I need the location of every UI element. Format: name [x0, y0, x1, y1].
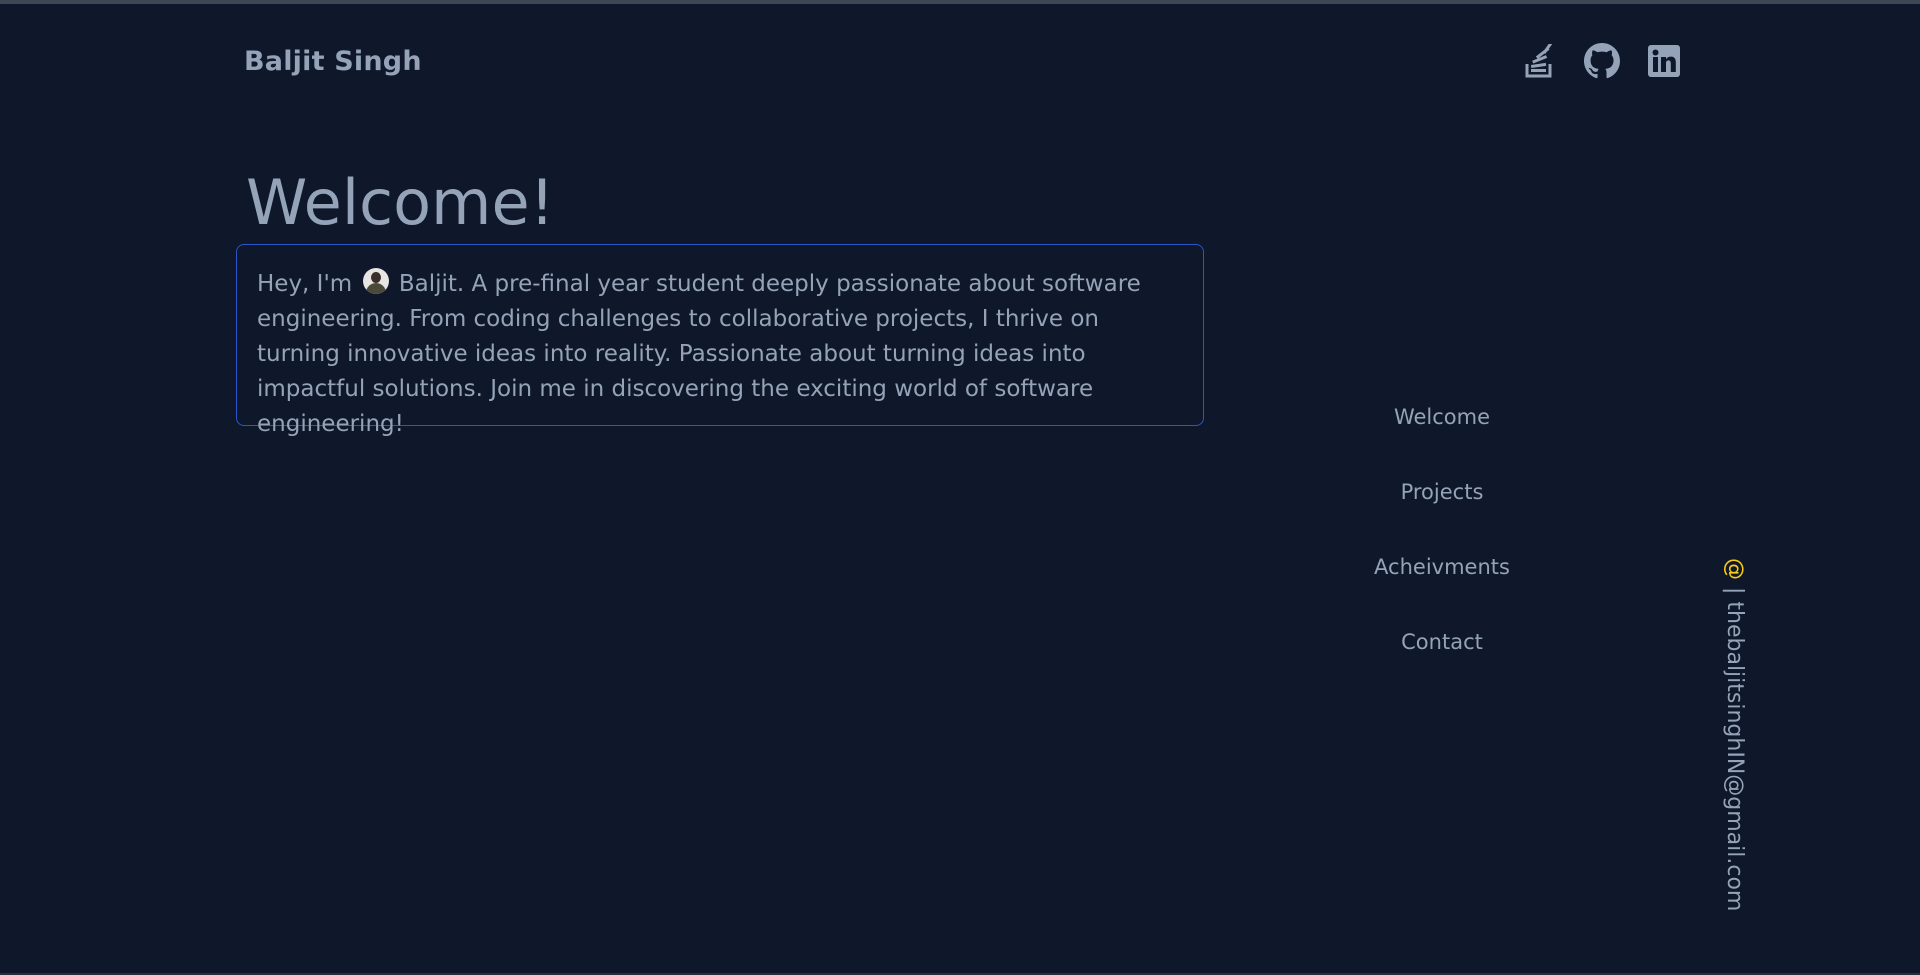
github-icon: [1584, 43, 1620, 79]
site-brand[interactable]: Baljit Singh: [244, 46, 422, 77]
nav-item-achievements[interactable]: Acheivments: [1374, 540, 1510, 615]
avatar: [362, 268, 389, 294]
linkedin-icon: [1647, 44, 1681, 78]
stackoverflow-icon: [1525, 44, 1555, 78]
stackoverflow-link[interactable]: [1522, 42, 1558, 80]
nav-item-contact[interactable]: Contact: [1401, 615, 1483, 690]
email-address: | thebaljitsinghIN@gmail.com: [1722, 580, 1747, 912]
intro-card: Hey, I'm Baljit. A pre-final year studen…: [236, 244, 1204, 437]
intro-text-start: Hey, I'm: [257, 271, 360, 297]
intro-text-end: Baljit. A pre-final year student deeply …: [257, 271, 1141, 437]
browser-top-edge: [0, 0, 1920, 4]
nav-item-welcome[interactable]: Welcome: [1394, 390, 1490, 465]
at-icon: @: [1722, 558, 1747, 580]
page-title: Welcome!: [246, 166, 555, 239]
email-contact[interactable]: @ | thebaljitsinghIN@gmail.com: [1722, 558, 1747, 911]
github-link[interactable]: [1584, 42, 1620, 80]
social-links: [1522, 42, 1682, 80]
nav-item-projects[interactable]: Projects: [1401, 465, 1484, 540]
linkedin-link[interactable]: [1646, 42, 1682, 80]
section-nav: Welcome Projects Acheivments Contact: [1342, 390, 1542, 690]
